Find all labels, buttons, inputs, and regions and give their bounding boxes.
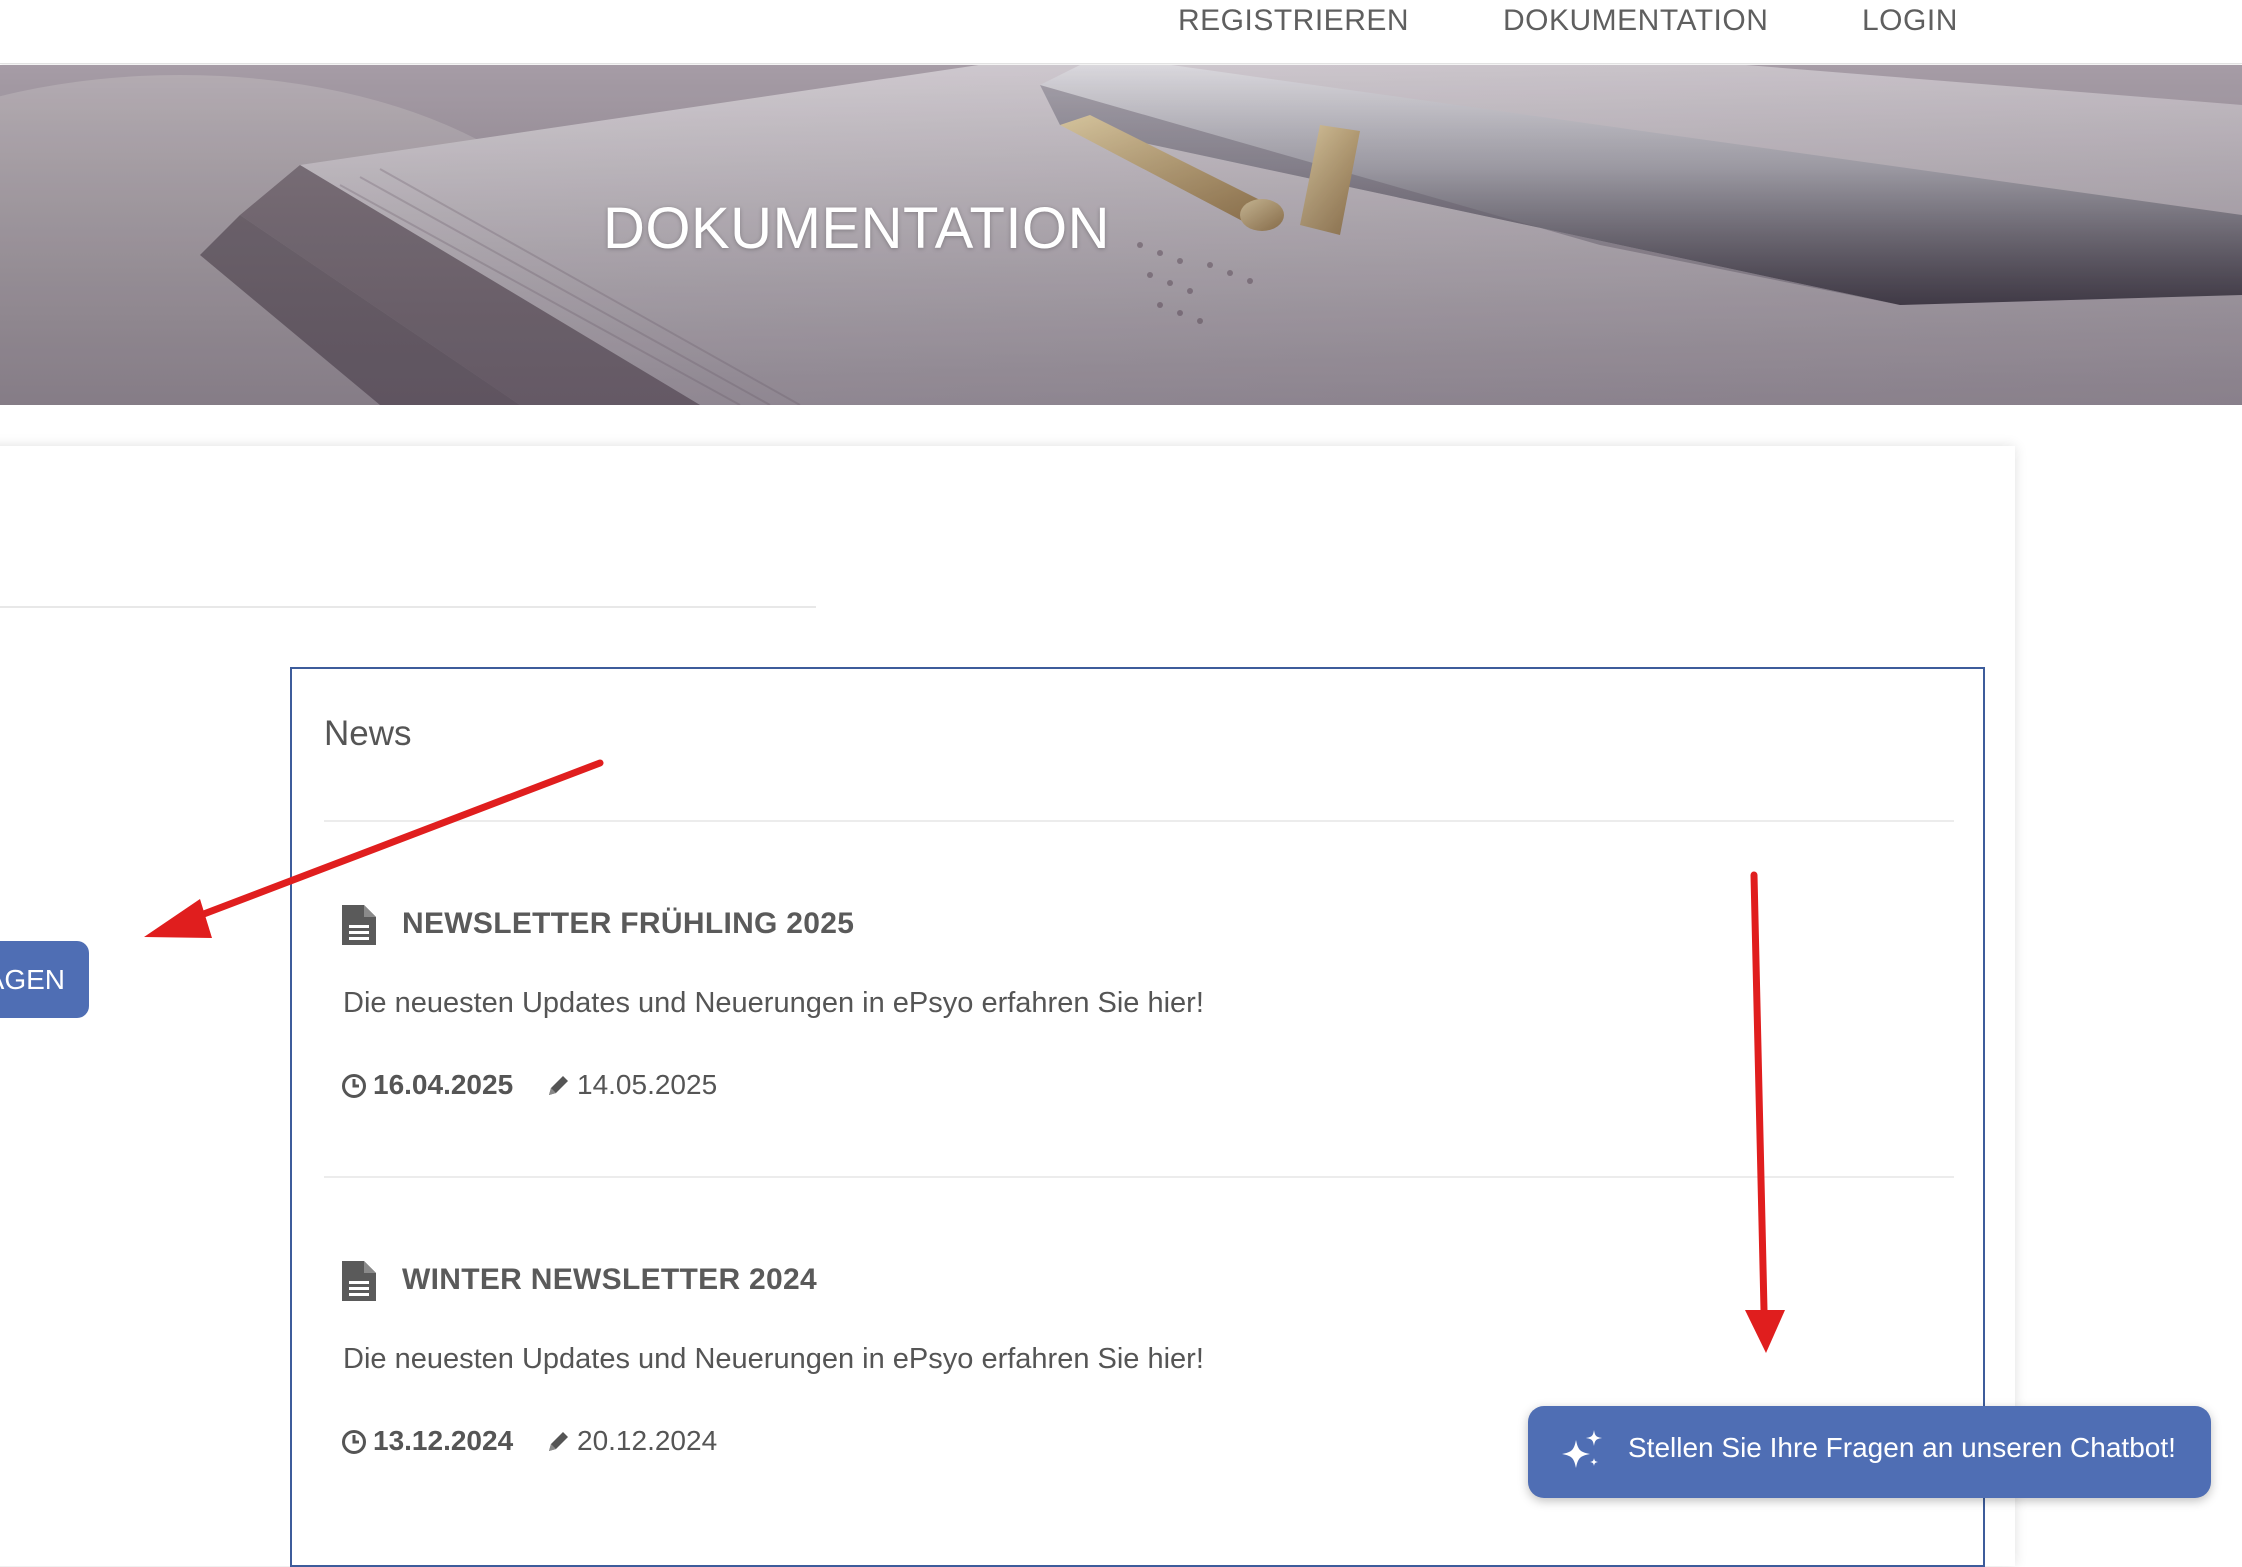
news-item-date-text: 13.12.2024 — [373, 1425, 514, 1456]
nav-documentation-link[interactable]: DOKUMENTATION — [1503, 4, 1768, 38]
news-item-description: Die neuesten Updates und Neuerungen in e… — [343, 1343, 1204, 1375]
hero-title: DOKUMENTATION — [603, 196, 1111, 261]
divider — [324, 1176, 1954, 1178]
clock-icon — [342, 1430, 366, 1454]
pencil-icon — [549, 1432, 568, 1451]
document-icon — [342, 1261, 376, 1301]
news-item-edited-text: 20.12.2024 — [577, 1425, 718, 1456]
clock-icon — [342, 1074, 366, 1098]
pencil-icon — [549, 1076, 568, 1095]
news-item-title[interactable]: WINTER NEWSLETTER 2024 — [402, 1263, 817, 1297]
divider — [324, 820, 1954, 822]
sparkle-icon — [1562, 1430, 1602, 1468]
top-navigation: REGISTRIEREN DOKUMENTATION LOGIN — [0, 0, 2242, 64]
side-action-button[interactable]: AGEN — [0, 941, 89, 1018]
document-icon — [342, 905, 376, 945]
nav-login-link[interactable]: LOGIN — [1862, 4, 1958, 38]
news-item-title[interactable]: NEWSLETTER FRÜHLING 2025 — [402, 907, 854, 941]
hero-background-image — [0, 65, 2242, 405]
section-divider — [0, 606, 816, 608]
chatbot-button[interactable]: Stellen Sie Ihre Fragen an unseren Chatb… — [1528, 1406, 2211, 1498]
hero-banner: DOKUMENTATION — [0, 65, 2242, 405]
nav-register-link[interactable]: REGISTRIEREN — [1178, 4, 1409, 38]
news-item-description: Die neuesten Updates und Neuerungen in e… — [343, 987, 1204, 1019]
news-item-date-text: 16.04.2025 — [373, 1069, 514, 1100]
news-heading: News — [324, 714, 412, 753]
news-item-edited-text: 14.05.2025 — [577, 1069, 718, 1100]
chatbot-label: Stellen Sie Ihre Fragen an unseren Chatb… — [1628, 1432, 2176, 1463]
